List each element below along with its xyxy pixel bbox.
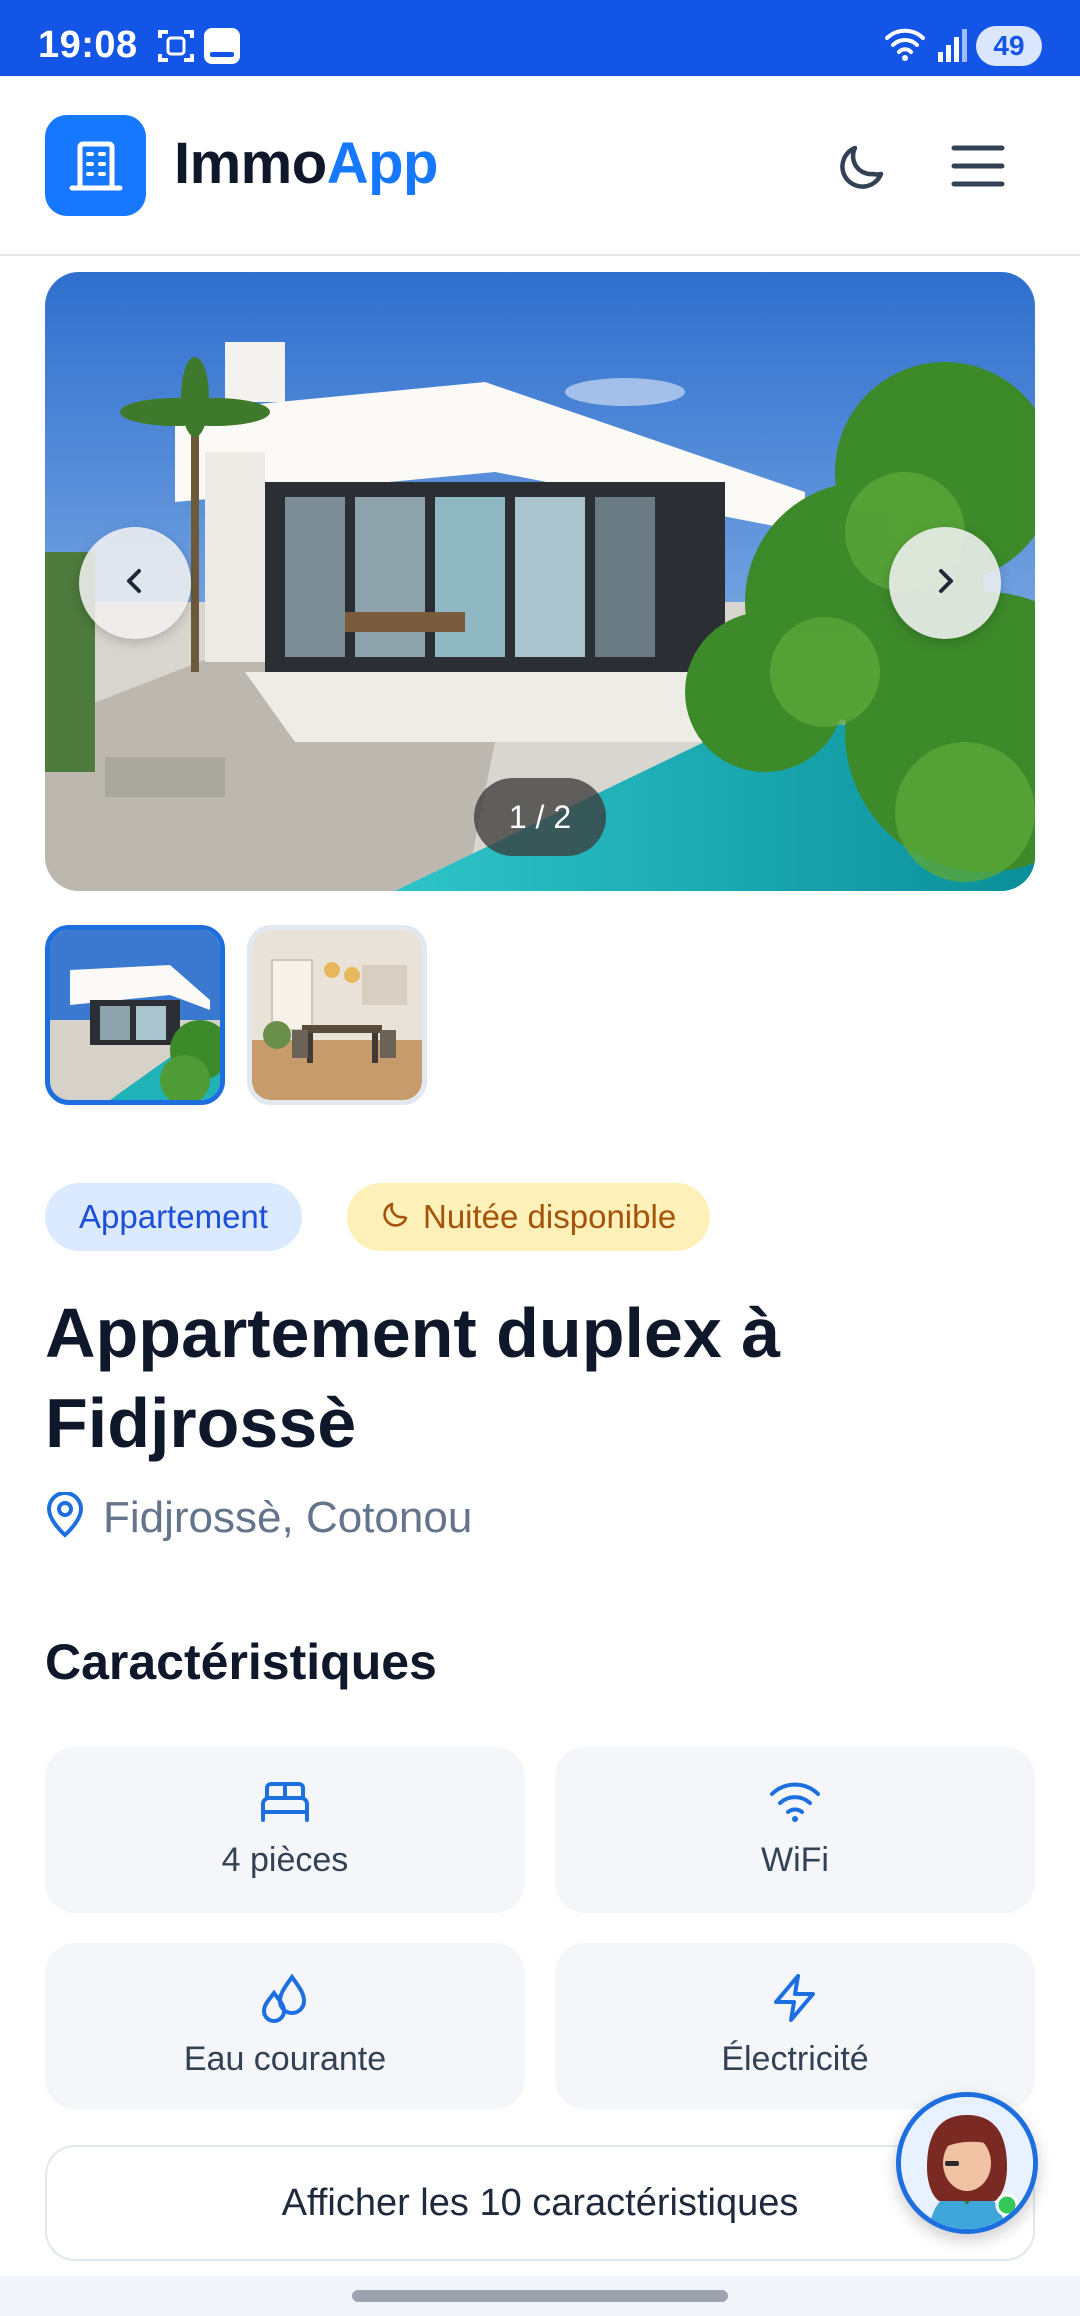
chevron-left-icon <box>117 563 153 604</box>
image-counter: 1 / 2 <box>474 778 606 856</box>
bed-icon <box>258 1780 312 1829</box>
home-indicator[interactable] <box>352 2290 728 2302</box>
app-header: ImmoApp <box>0 76 1080 256</box>
signal-icon <box>936 26 972 69</box>
thumbnail-2[interactable] <box>247 925 427 1105</box>
listing-title: Appartement duplex à Fidjrossè <box>45 1294 781 1462</box>
assistant-avatar-button[interactable] <box>896 2092 1038 2234</box>
show-all-features-button[interactable]: Afficher les 10 caractéristiques <box>45 2145 1035 2261</box>
map-pin-icon <box>45 1491 85 1543</box>
prev-image-button[interactable] <box>79 527 191 639</box>
moon-icon <box>381 1183 411 1251</box>
status-bar: 19:08 49 <box>0 0 1080 76</box>
brand-name-part1: Immo <box>174 131 327 196</box>
brand-name-part2: App <box>326 131 439 196</box>
availability-label: Nuitée disponible <box>423 1198 677 1235</box>
features-section-title: Caractéristiques <box>45 1634 437 1690</box>
chevron-right-icon <box>927 563 963 604</box>
brand-name[interactable]: ImmoApp <box>174 130 438 197</box>
menu-icon[interactable] <box>943 131 1013 201</box>
feature-label: Eau courante <box>183 2040 387 2078</box>
feature-label: Électricité <box>721 2040 869 2078</box>
water-drops-icon <box>258 1973 312 2028</box>
battery-icon: 49 <box>976 26 1042 66</box>
notification-icon <box>202 26 242 71</box>
moon-icon[interactable] <box>826 131 896 201</box>
avatar-icon <box>901 2097 1033 2229</box>
listing-location: Fidjrossè, Cotonou <box>45 1491 473 1543</box>
availability-badge: Nuitée disponible <box>347 1183 711 1251</box>
thumbnail-1[interactable] <box>45 925 225 1105</box>
status-time: 19:08 <box>38 24 138 66</box>
feature-card-rooms: 4 pièces <box>45 1747 525 1913</box>
feature-card-water: Eau courante <box>45 1943 525 2109</box>
property-type-badge: Appartement <box>45 1183 302 1251</box>
wifi-icon <box>768 1780 822 1829</box>
screenshot-icon <box>156 26 196 71</box>
wifi-icon <box>884 26 926 69</box>
lightning-icon <box>768 1973 822 2028</box>
next-image-button[interactable] <box>889 527 1001 639</box>
feature-card-wifi: WiFi <box>555 1747 1035 1913</box>
building-logo-icon[interactable] <box>45 115 146 216</box>
feature-label: 4 pièces <box>221 1841 349 1879</box>
feature-card-electricity: Électricité <box>555 1943 1035 2109</box>
feature-label: WiFi <box>761 1841 829 1879</box>
location-text: Fidjrossè, Cotonou <box>103 1492 473 1542</box>
